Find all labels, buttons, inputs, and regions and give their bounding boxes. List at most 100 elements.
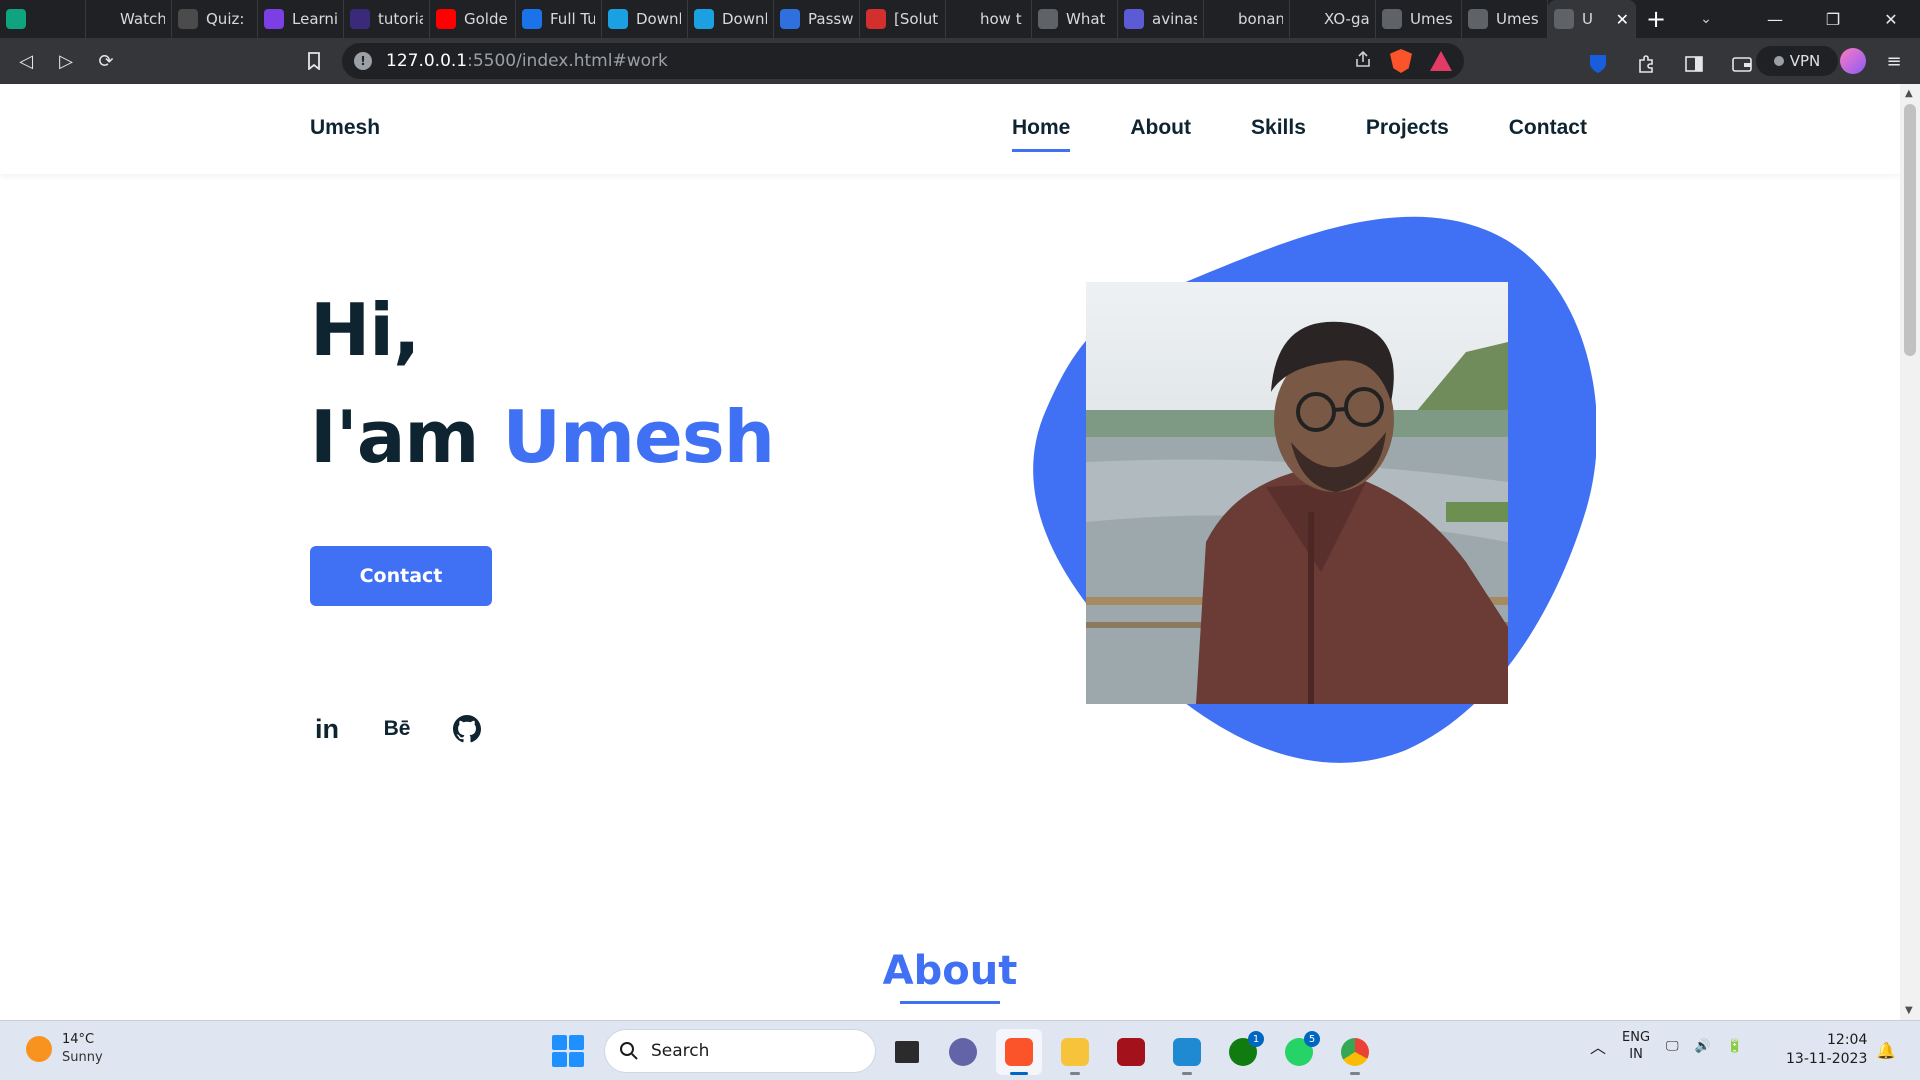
linkedin-icon[interactable]: in	[310, 712, 344, 746]
xbox-badge: 1	[1248, 1031, 1264, 1047]
browser-tab-title: Golde	[464, 10, 508, 28]
site-info-icon[interactable]: !	[354, 52, 372, 70]
browser-tab[interactable]: avinas	[1118, 0, 1204, 38]
forward-icon[interactable]: ▷	[46, 41, 86, 81]
teams-chat-icon[interactable]	[940, 1029, 986, 1075]
browser-tab-title: how t	[980, 10, 1022, 28]
downloader-icon	[694, 9, 714, 29]
github-icon	[1296, 9, 1316, 29]
hero-name: Umesh	[502, 395, 775, 479]
browser-tab[interactable]: XO-ga	[1290, 0, 1376, 38]
scroll-down-arrow-icon[interactable]: ▼	[1905, 1005, 1913, 1016]
brave-shields-icon[interactable]	[1390, 49, 1412, 73]
weather-widget[interactable]: 14°C Sunny	[26, 1031, 103, 1067]
input-language[interactable]: ENG IN	[1622, 1029, 1650, 1063]
clock[interactable]: 12:04 13-11-2023	[1786, 1031, 1867, 1069]
browser-tab[interactable]: Full Tu	[516, 0, 602, 38]
bookmark-icon[interactable]	[294, 41, 334, 81]
minimize-button[interactable]: —	[1746, 0, 1804, 38]
scroll-up-arrow-icon[interactable]: ▲	[1905, 88, 1913, 99]
show-hidden-icons-chevron-icon[interactable]: ︿	[1590, 1034, 1606, 1058]
xbox-icon[interactable]: 1	[1220, 1029, 1266, 1075]
browser-tab[interactable]: Golde	[430, 0, 516, 38]
browser-tab[interactable]	[0, 0, 86, 38]
app-red-icon[interactable]	[1108, 1029, 1154, 1075]
task-view-button[interactable]	[884, 1029, 930, 1075]
weather-desc: Sunny	[62, 1050, 103, 1065]
nav-projects[interactable]: Projects	[1366, 116, 1449, 152]
lang-top: ENG	[1622, 1030, 1651, 1045]
browser-tab[interactable]: bonan	[1204, 0, 1290, 38]
behance-icon[interactable]: Bē	[380, 712, 414, 746]
taskbar-search[interactable]: Search	[604, 1029, 876, 1073]
taskbar-apps: 1 5	[884, 1029, 1378, 1075]
browser-tab-title: Umes	[1410, 10, 1453, 28]
menu-icon[interactable]: ≡	[1874, 41, 1914, 81]
downloader-icon	[608, 9, 628, 29]
browser-tab[interactable]: [Solut	[860, 0, 946, 38]
address-bar[interactable]: ! 127.0.0.1 :5500/index.html#work	[342, 43, 1464, 79]
close-window-button[interactable]: ✕	[1862, 0, 1920, 38]
profile-avatar[interactable]	[1840, 48, 1866, 74]
browser-tab-title: Downl	[636, 10, 681, 28]
browser-tab[interactable]: Quiz: |	[172, 0, 258, 38]
tab-search-chevron-icon[interactable]: ⌄	[1676, 0, 1736, 38]
browser-tab[interactable]: tutoria	[344, 0, 430, 38]
scrollbar-thumb[interactable]	[1904, 104, 1916, 356]
battery-icon[interactable]: 🔋	[1727, 1039, 1743, 1054]
browser-tab[interactable]: Umes	[1376, 0, 1462, 38]
youtube-icon	[436, 9, 456, 29]
vpn-label: VPN	[1789, 52, 1821, 70]
start-button[interactable]	[552, 1035, 584, 1067]
nav-skills[interactable]: Skills	[1251, 116, 1306, 152]
whatsapp-icon[interactable]: 5	[1276, 1029, 1322, 1075]
nav-contact[interactable]: Contact	[1509, 116, 1587, 152]
browser-tab-strip: Watch Quiz: | Learni tutoria Golde Full Tu Dow…	[0, 0, 1920, 38]
browser-tab[interactable]: Umes	[1462, 0, 1548, 38]
nav-about[interactable]: About	[1130, 116, 1191, 152]
browser-tab[interactable]: U ✕	[1548, 0, 1636, 38]
brave-taskbar-icon[interactable]	[996, 1029, 1042, 1075]
restore-button[interactable]: ❐	[1804, 0, 1862, 38]
openai-icon	[6, 9, 26, 29]
browser-tab[interactable]: What	[1032, 0, 1118, 38]
browser-tab[interactable]: Downl	[688, 0, 774, 38]
browser-tab[interactable]: Downl	[602, 0, 688, 38]
site-logo[interactable]: Umesh	[310, 116, 380, 140]
browser-tab-title: Passw	[808, 10, 853, 28]
network-icon[interactable]: 🖵	[1666, 1039, 1679, 1054]
new-tab-button[interactable]: +	[1636, 0, 1676, 38]
browser-tab[interactable]: Watch	[86, 0, 172, 38]
web-page: Umesh Home About Skills Projects Contact…	[0, 84, 1900, 1020]
back-icon[interactable]: ◁	[6, 41, 46, 81]
sun-icon	[26, 1036, 52, 1062]
social-links: in Bē	[310, 712, 484, 746]
browser-tab[interactable]: how t	[946, 0, 1032, 38]
browser-tab-title: What	[1066, 10, 1106, 28]
page-scrollbar[interactable]: ▲ ▼	[1900, 84, 1920, 1020]
globe-icon	[1038, 9, 1058, 29]
nav-home[interactable]: Home	[1012, 116, 1071, 152]
browser-tab[interactable]: Passw	[774, 0, 860, 38]
share-icon[interactable]	[1354, 50, 1372, 72]
browser-tab[interactable]: Learni	[258, 0, 344, 38]
brave-rewards-icon[interactable]	[1430, 51, 1452, 71]
file-explorer-icon[interactable]	[1052, 1029, 1098, 1075]
github-icon[interactable]	[450, 712, 484, 746]
volume-icon[interactable]: 🔊	[1695, 1039, 1711, 1054]
close-tab-icon[interactable]: ✕	[1616, 10, 1629, 29]
notification-bell-icon[interactable]: 🔔	[1876, 1041, 1896, 1060]
sidebar-icon[interactable]	[1674, 44, 1714, 84]
reload-icon[interactable]: ⟳	[86, 41, 126, 81]
system-tray: ︿ ENG IN 🖵 🔊 🔋	[1590, 1029, 1743, 1063]
globe-icon	[1554, 9, 1574, 29]
chrome-icon[interactable]	[1332, 1029, 1378, 1075]
bitwarden-icon[interactable]	[1578, 44, 1618, 84]
hero-contact-button[interactable]: Contact	[310, 546, 492, 606]
extensions-puzzle-icon[interactable]	[1626, 44, 1666, 84]
learning-icon	[264, 9, 284, 29]
globe-icon	[1382, 9, 1402, 29]
browser-tab-title: bonan	[1238, 10, 1283, 28]
vpn-button[interactable]: VPN	[1756, 46, 1838, 76]
vscode-icon[interactable]	[1164, 1029, 1210, 1075]
